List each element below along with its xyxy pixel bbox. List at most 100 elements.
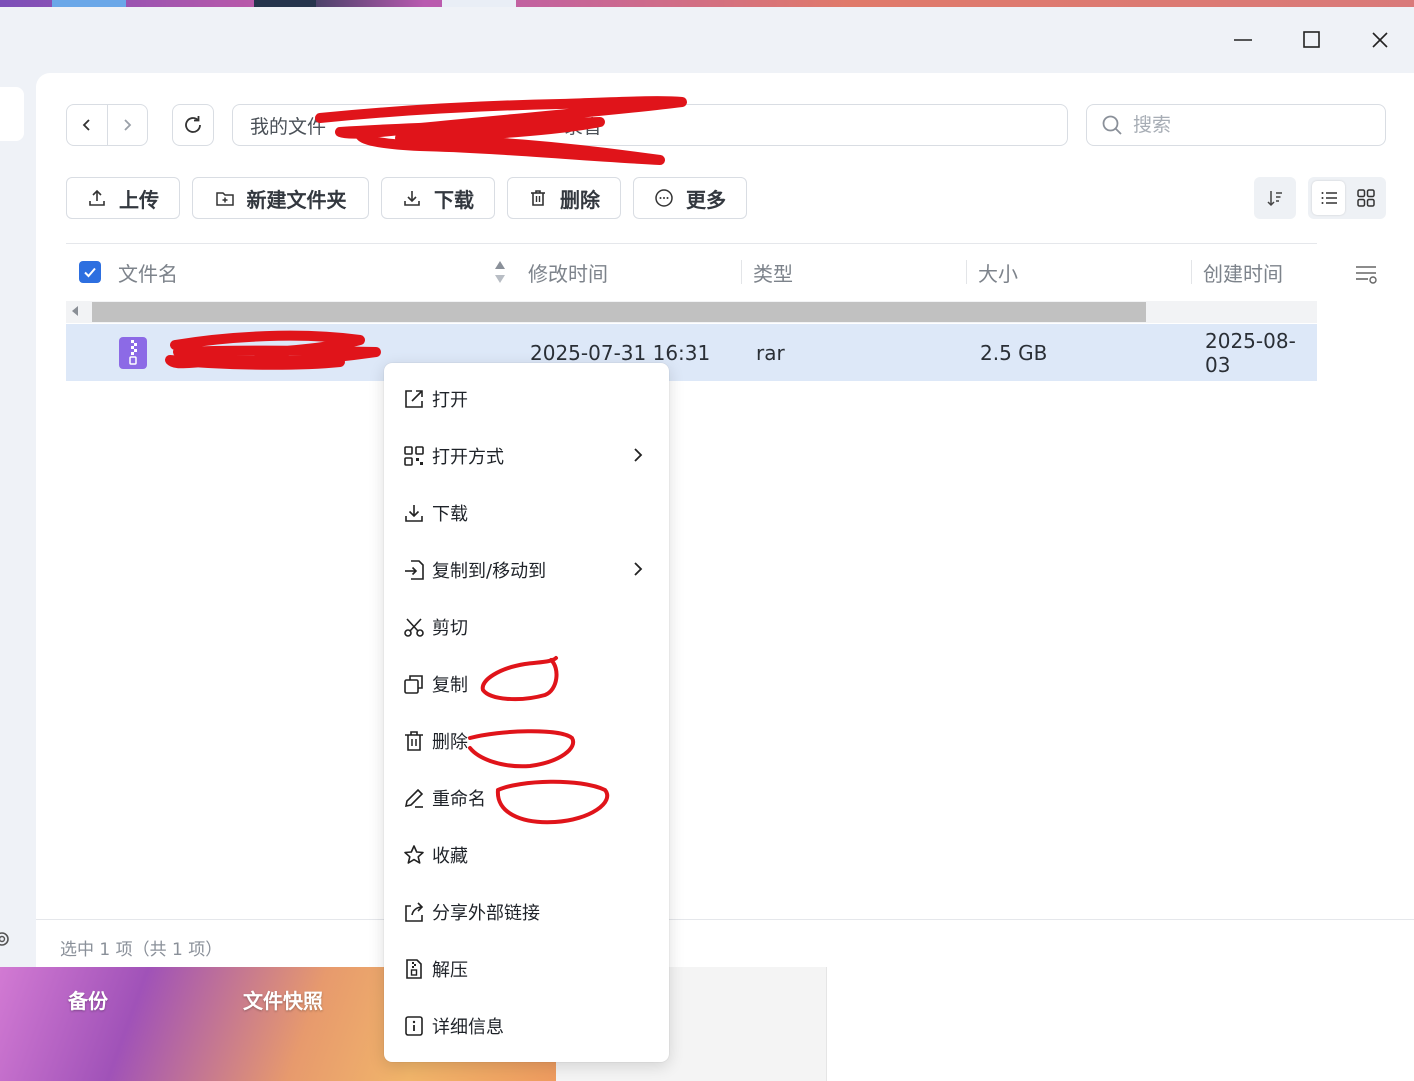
menu-item-copy-move[interactable]: 复制到/移动到 (384, 541, 669, 598)
file-created: 2025-08-03 (1205, 328, 1296, 377)
chevron-left-icon (82, 119, 90, 131)
list-view-button[interactable] (1312, 181, 1345, 215)
desktop-wallpaper-strip (0, 0, 1414, 7)
extract-icon (402, 957, 426, 981)
file-manager-window: 我的文件 录音 上传 新建文件夹 下载 删除 更多 (0, 7, 1414, 967)
file-size: 2.5 GB (980, 340, 1048, 365)
refresh-button[interactable] (172, 104, 214, 146)
share-icon (402, 900, 426, 924)
forward-button[interactable] (106, 105, 148, 145)
minimize-button[interactable] (1223, 25, 1263, 55)
menu-item-copy[interactable]: 复制 (384, 655, 669, 712)
sort-button[interactable] (1254, 177, 1296, 219)
column-header-created-label: 创建时间 (1203, 261, 1283, 286)
delete-button[interactable]: 删除 (507, 177, 621, 219)
apps-grid-icon (402, 444, 426, 468)
column-settings-button[interactable] (1354, 261, 1378, 289)
more-button[interactable]: 更多 (633, 177, 747, 219)
back-button[interactable] (67, 105, 107, 145)
breadcrumb-current[interactable]: 录音 (564, 112, 602, 139)
menu-item-download[interactable]: 下载 (384, 484, 669, 541)
grid-icon (1356, 189, 1375, 207)
more-label: 更多 (686, 187, 726, 212)
archive-file-icon (116, 336, 150, 370)
breadcrumb-root[interactable]: 我的文件 (250, 112, 326, 139)
column-header-type[interactable]: 类型 (753, 244, 793, 300)
download-button[interactable]: 下载 (381, 177, 495, 219)
download-icon (404, 191, 420, 206)
table-header: 文件名 修改时间 类型 大小 创建时间 (66, 244, 1317, 300)
menu-item-share-link[interactable]: 分享外部链接 (384, 883, 669, 940)
new-folder-button[interactable]: 新建文件夹 (192, 177, 369, 219)
column-header-modified[interactable]: 修改时间 (528, 244, 608, 300)
menu-item-label: 分享外部链接 (432, 902, 540, 924)
menu-item-label: 打开方式 (432, 446, 504, 468)
download-icon (402, 501, 426, 525)
close-button[interactable] (1360, 25, 1400, 55)
column-divider (966, 260, 967, 284)
scrollbar-thumb[interactable] (92, 302, 1146, 322)
column-divider (1191, 260, 1192, 284)
settings-gear-icon[interactable] (0, 929, 12, 953)
search-icon (1102, 115, 1122, 135)
refresh-icon (185, 116, 201, 133)
info-icon (402, 1014, 426, 1038)
maximize-button[interactable] (1292, 25, 1332, 55)
scroll-left-arrow[interactable] (72, 306, 78, 316)
chevron-right-icon (631, 446, 645, 469)
chevron-right-icon (631, 560, 645, 583)
select-all-checkbox[interactable] (79, 244, 101, 300)
background-area (826, 967, 1414, 1081)
star-icon (402, 843, 426, 867)
file-browser-panel: 我的文件 录音 上传 新建文件夹 下载 删除 更多 (36, 73, 1414, 967)
menu-item-open-with[interactable]: 打开方式 (384, 427, 669, 484)
horizontal-scrollbar[interactable] (66, 301, 1317, 323)
search-field[interactable] (1086, 104, 1386, 146)
check-icon (84, 267, 96, 278)
column-divider (741, 260, 742, 284)
column-header-created[interactable]: 创建时间 (1203, 244, 1283, 300)
column-header-name-label: 文件名 (118, 261, 178, 286)
menu-item-label: 收藏 (432, 845, 468, 867)
trash-icon (402, 729, 426, 753)
menu-item-label: 详细信息 (432, 1016, 504, 1038)
upload-icon (89, 189, 105, 206)
menu-item-rename[interactable]: 重命名 (384, 769, 669, 826)
delete-label: 删除 (560, 187, 600, 212)
menu-item-label: 重命名 (432, 788, 486, 810)
selection-status: 选中 1 项（共 1 项） (60, 940, 223, 960)
sort-toggle[interactable] (494, 244, 506, 300)
menu-item-favorite[interactable]: 收藏 (384, 826, 669, 883)
breadcrumb-path[interactable]: 我的文件 录音 (232, 104, 1068, 146)
menu-item-cut[interactable]: 剪切 (384, 598, 669, 655)
desktop-tile-backup[interactable]: 备份 (68, 985, 108, 1014)
column-header-name[interactable]: 文件名 (118, 244, 178, 300)
menu-item-open[interactable]: 打开 (384, 370, 669, 427)
new-folder-label: 新建文件夹 (246, 187, 347, 212)
table-row[interactable]: 2025-07-31 16:31 rar 2.5 GB 2025-08-03 (66, 324, 1317, 381)
pencil-icon (402, 786, 426, 810)
search-input[interactable] (1133, 114, 1353, 136)
file-type: rar (756, 340, 785, 365)
menu-item-label: 复制到/移动到 (432, 560, 547, 582)
scissors-icon (402, 615, 426, 639)
column-settings-icon (1356, 266, 1377, 284)
menu-item-label: 剪切 (432, 617, 468, 639)
column-header-size[interactable]: 大小 (978, 244, 1018, 300)
minimize-icon (1234, 39, 1252, 41)
menu-item-details[interactable]: 详细信息 (384, 997, 669, 1054)
menu-item-label: 复制 (432, 674, 468, 696)
menu-item-delete[interactable]: 删除 (384, 712, 669, 769)
desktop-tile-snapshot[interactable]: 文件快照 (243, 985, 323, 1014)
chevron-right-icon (124, 119, 132, 131)
close-icon (1372, 32, 1388, 48)
copy-icon (402, 672, 426, 696)
status-divider (36, 919, 1414, 920)
sort-icon (1267, 191, 1282, 207)
menu-item-label: 下载 (432, 503, 468, 525)
grid-view-button[interactable] (1349, 181, 1382, 215)
upload-button[interactable]: 上传 (66, 177, 180, 219)
menu-item-extract[interactable]: 解压 (384, 940, 669, 997)
context-menu: 打开 打开方式 下载 复制到/移动到 剪切 复制 删除 重命名 收藏 分享外部链… (384, 363, 669, 1062)
trash-icon (531, 190, 545, 206)
